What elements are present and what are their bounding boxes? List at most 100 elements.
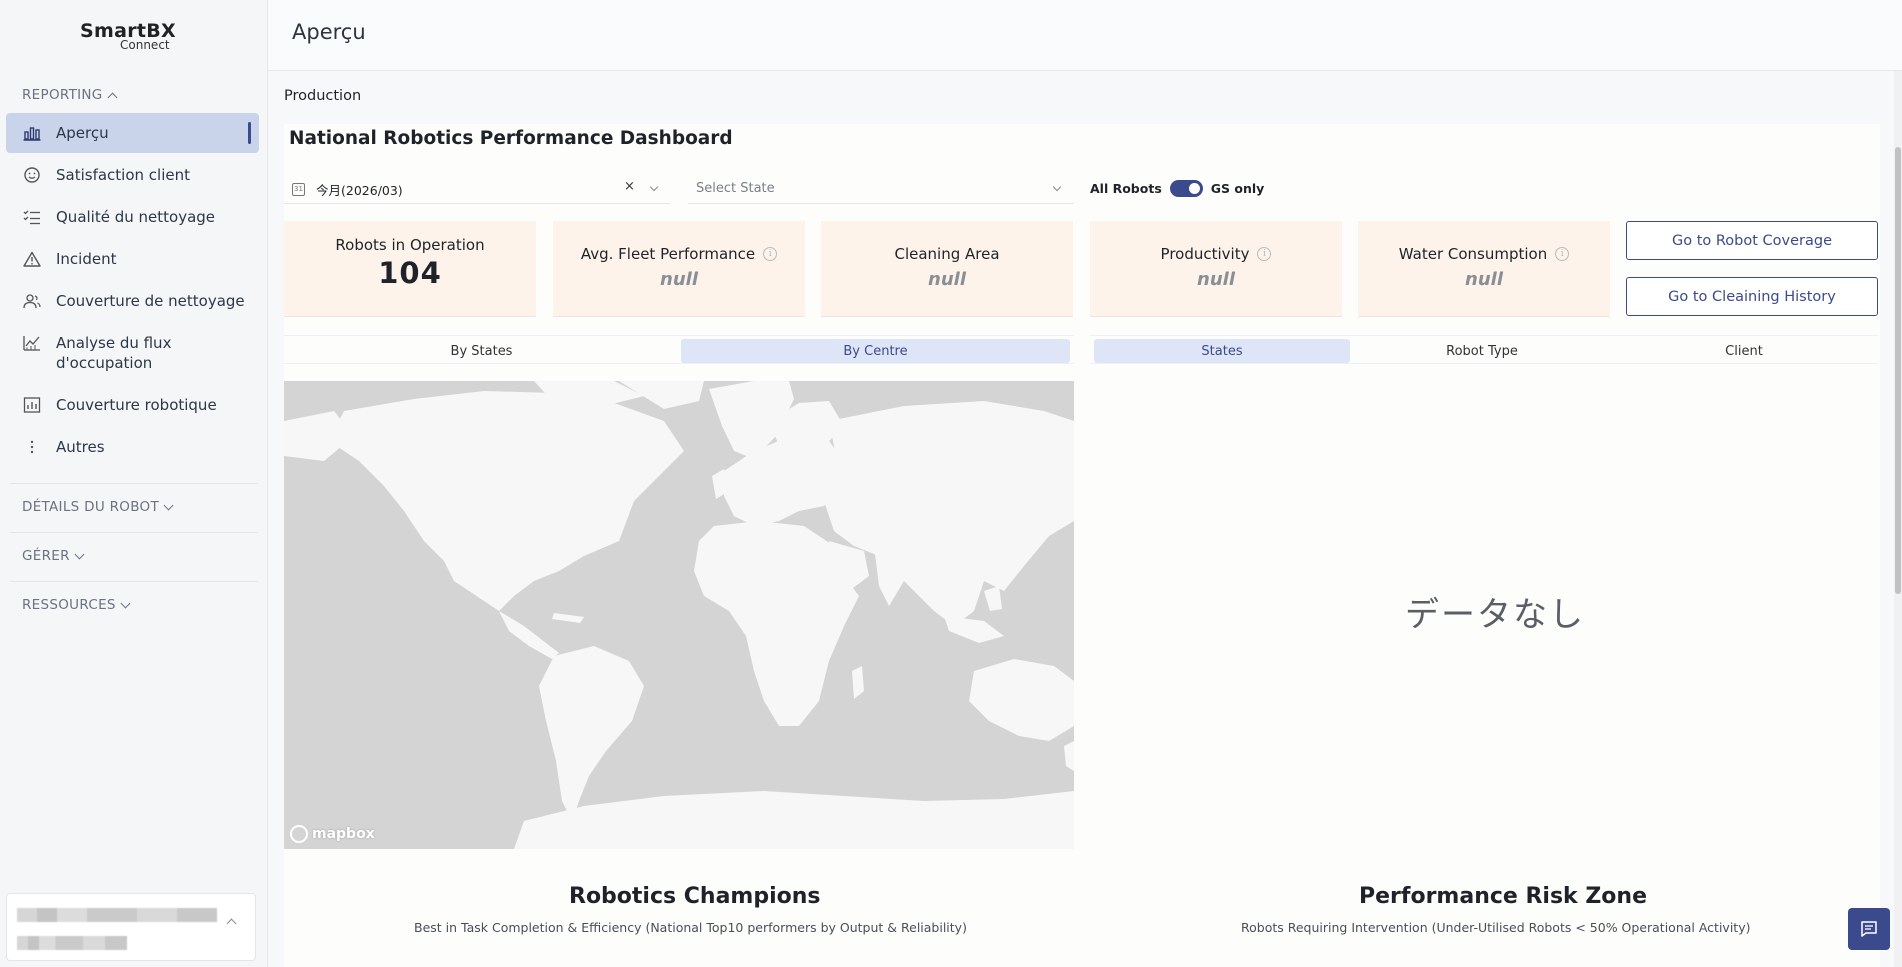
chevron-down-icon: [120, 598, 131, 608]
sidebar-divider: [10, 532, 258, 533]
world-map[interactable]: mapbox: [284, 381, 1074, 849]
chevron-down-icon: [1052, 182, 1062, 192]
kpi-value: null: [1197, 269, 1235, 290]
chat-button[interactable]: [1848, 908, 1890, 950]
kpi-value: null: [660, 269, 698, 290]
redacted-user-role: [17, 936, 127, 950]
date-picker[interactable]: 31 今月(2026/03) ×: [284, 174, 670, 204]
mapbox-attribution[interactable]: mapbox: [290, 825, 375, 843]
info-icon[interactable]: i: [763, 247, 778, 261]
chat-icon: [1861, 921, 1877, 937]
tab-by-centre[interactable]: By Centre: [681, 339, 1070, 363]
world-map-landmass: [284, 381, 1074, 849]
kpi-label: Avg. Fleet Performance: [580, 245, 756, 263]
section-resources[interactable]: RESSOURCES: [22, 597, 131, 613]
risk-zone-subtitle: Robots Requiring Intervention (Under-Uti…: [1241, 920, 1751, 935]
chevron-up-icon: [107, 92, 118, 102]
sidebar: SmartBX Connect REPORTING Aperçu Satisfa…: [0, 0, 268, 967]
section-robot-details-label: DÉTAILS DU ROBOT: [22, 499, 159, 515]
sidebar-item-label: Couverture de nettoyage: [56, 292, 245, 310]
kpi-value: 104: [378, 256, 442, 290]
section-manage[interactable]: GÉRER: [22, 548, 85, 564]
gs-only-toggle[interactable]: [1169, 180, 1203, 197]
mapbox-label: mapbox: [312, 826, 375, 842]
robot-filter-toggle-group: All Robots GS only: [1090, 180, 1264, 197]
more-vertical-icon: [22, 437, 42, 457]
section-resources-label: RESSOURCES: [22, 597, 116, 613]
chevron-down-icon: [74, 549, 85, 559]
go-to-robot-coverage-button[interactable]: Go to Robot Coverage: [1626, 221, 1878, 260]
scrollbar-thumb[interactable]: [1895, 147, 1901, 594]
tab-robot-type[interactable]: Robot Type: [1354, 339, 1610, 363]
info-icon[interactable]: i: [1555, 247, 1570, 261]
tab-by-states[interactable]: By States: [284, 339, 679, 363]
state-select[interactable]: Select State: [688, 174, 1074, 204]
sidebar-item-others[interactable]: Autres: [6, 427, 259, 467]
bar-chart-icon: [22, 123, 42, 143]
clear-date-button[interactable]: ×: [624, 179, 635, 194]
smartbx-logo[interactable]: SmartBX Connect: [80, 20, 176, 52]
user-account-card[interactable]: [6, 893, 256, 961]
checklist-icon: [22, 207, 42, 227]
sidebar-divider: [10, 581, 258, 582]
kpi-value: null: [1465, 269, 1503, 290]
sidebar-item-cleaning-coverage[interactable]: Couverture de nettoyage: [6, 281, 259, 321]
kpi-productivity: Productivity i null: [1090, 221, 1342, 317]
page-header: Aperçu: [268, 0, 1902, 71]
sidebar-item-label: Incident: [56, 250, 117, 268]
sidebar-item-satisfaction[interactable]: Satisfaction client: [6, 155, 259, 195]
toggle-knob: [1188, 183, 1200, 194]
tab-client[interactable]: Client: [1616, 339, 1872, 363]
section-reporting-label: REPORTING: [22, 87, 103, 103]
champions-title: Robotics Champions: [569, 884, 821, 909]
no-data-message: データなし: [1405, 595, 1585, 635]
kpi-label: Water Consumption: [1398, 245, 1548, 263]
logo-subtitle: Connect: [120, 38, 170, 52]
section-reporting[interactable]: REPORTING: [22, 87, 118, 103]
state-select-placeholder: Select State: [696, 181, 775, 196]
redacted-user-name: [17, 908, 217, 922]
sidebar-item-apercu[interactable]: Aperçu: [6, 113, 259, 153]
risk-zone-title: Performance Risk Zone: [1359, 884, 1647, 909]
kpi-water-consumption: Water Consumption i null: [1358, 221, 1610, 317]
section-label: Production: [284, 88, 362, 104]
users-icon: [22, 291, 42, 311]
kpi-cleaning-area: Cleaning Area null: [821, 221, 1073, 317]
smiley-icon: [22, 165, 42, 185]
sidebar-item-label: Couverture robotique: [56, 396, 217, 414]
chevron-down-icon: [163, 500, 174, 510]
sidebar-item-occupancy-flow[interactable]: Analyse du flux d'occupation: [6, 325, 259, 381]
kpi-robots-in-operation: Robots in Operation 104: [284, 221, 536, 317]
kpi-label: Cleaning Area: [894, 245, 1000, 263]
warning-icon: [22, 249, 42, 269]
kpi-avg-fleet-performance: Avg. Fleet Performance i null: [553, 221, 805, 317]
sidebar-item-robot-coverage[interactable]: Couverture robotique: [6, 385, 259, 425]
go-to-cleaning-history-button[interactable]: Go to Cleaining History: [1626, 277, 1878, 316]
sidebar-item-incident[interactable]: Incident: [6, 239, 259, 279]
kpi-label: Robots in Operation: [335, 236, 485, 254]
toggle-right-label: GS only: [1210, 181, 1265, 196]
date-value: 今月(2026/03): [316, 183, 403, 198]
kpi-value: null: [928, 269, 966, 290]
page-title: Aperçu: [292, 20, 366, 44]
sidebar-item-quality[interactable]: Qualité du nettoyage: [6, 197, 259, 237]
sidebar-item-label: Qualité du nettoyage: [56, 208, 216, 226]
section-robot-details[interactable]: DÉTAILS DU ROBOT: [22, 499, 174, 515]
line-chart-icon: [22, 333, 42, 353]
tab-states[interactable]: States: [1094, 339, 1350, 363]
dashboard-title: National Robotics Performance Dashboard: [289, 128, 733, 149]
chevron-up-icon: [226, 918, 237, 929]
section-manage-label: GÉRER: [22, 548, 70, 564]
calendar-icon: 31: [292, 183, 305, 196]
sidebar-divider: [10, 483, 258, 484]
robot-chart-icon: [22, 395, 42, 415]
sidebar-item-label: Aperçu: [56, 124, 109, 142]
info-icon[interactable]: i: [1257, 247, 1272, 261]
champions-subtitle: Best in Task Completion & Efficiency (Na…: [414, 920, 967, 935]
toggle-left-label: All Robots: [1090, 181, 1162, 196]
map-tab-bar: By States By Centre: [284, 335, 1074, 364]
sidebar-item-label: Analyse du flux d'occupation: [56, 334, 172, 372]
page-scrollbar[interactable]: [1894, 71, 1902, 967]
sidebar-item-label: Autres: [56, 438, 105, 456]
chart-tab-bar: States Robot Type Client: [1090, 335, 1878, 364]
